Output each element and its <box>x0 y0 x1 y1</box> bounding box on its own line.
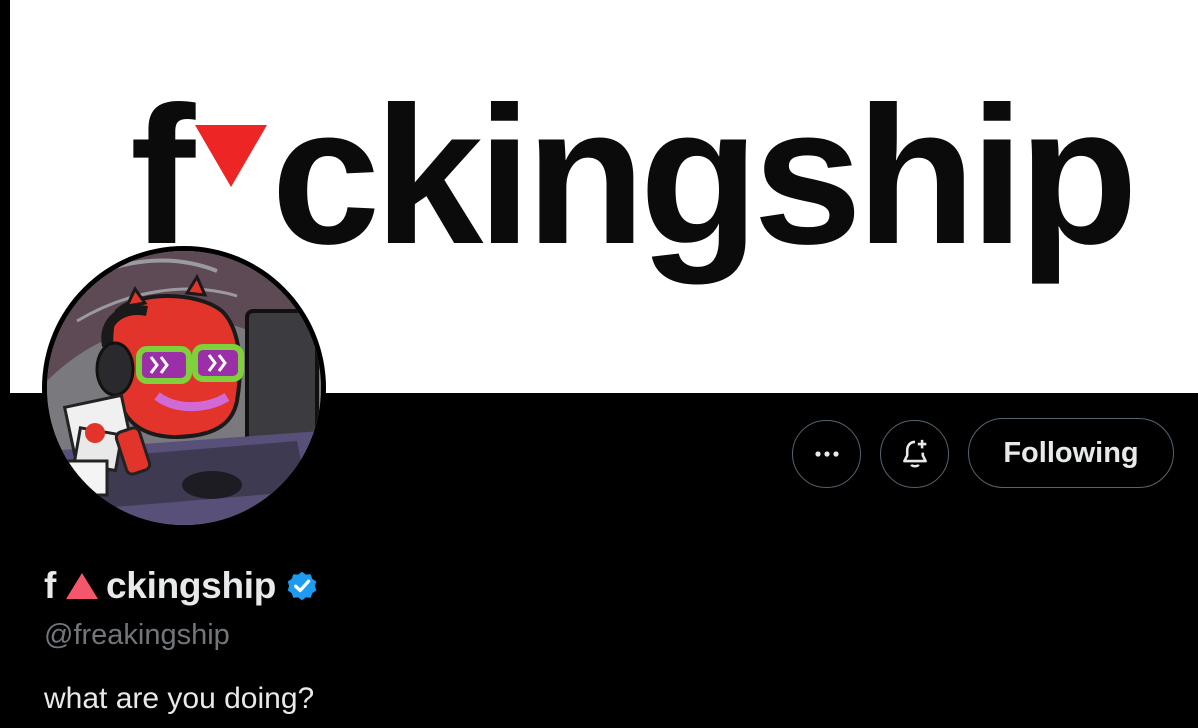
more-icon <box>814 451 839 457</box>
display-name: f ckingship <box>44 565 320 607</box>
display-name-right: ckingship <box>106 565 277 606</box>
display-name-left: f <box>44 565 57 606</box>
profile-bio: what are you doing? <box>44 682 315 715</box>
avatar-image <box>47 251 321 525</box>
following-button[interactable]: Following <box>968 418 1174 488</box>
notifications-button[interactable] <box>880 420 949 488</box>
profile-handle: @freakingship <box>44 619 230 651</box>
name-triangle-icon <box>66 573 99 599</box>
more-button[interactable] <box>792 420 861 488</box>
following-label: Following <box>1003 436 1139 469</box>
banner-logo-right: ckingship <box>271 66 1138 285</box>
avatar-illustration <box>47 251 321 525</box>
banner-logo: f ckingship <box>130 78 1138 274</box>
avatar[interactable] <box>42 246 326 530</box>
banner-triangle-icon <box>195 125 268 187</box>
bell-plus-icon <box>902 439 927 468</box>
page-edge <box>0 0 10 393</box>
verified-badge-icon[interactable] <box>284 568 320 604</box>
